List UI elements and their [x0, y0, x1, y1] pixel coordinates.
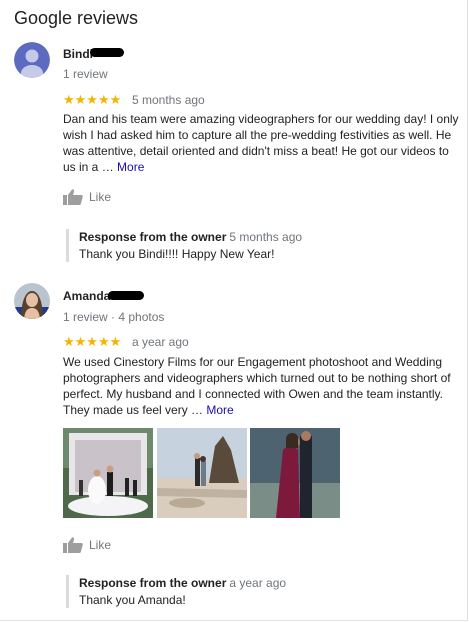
- like-label: Like: [89, 190, 112, 204]
- reviewer-name[interactable]: Bindi: [63, 47, 93, 61]
- review-text: Dan and his team were amazing videograph…: [63, 111, 463, 175]
- owner-response: Response from the owner a year ago Thank …: [66, 575, 469, 608]
- review-photo-1[interactable]: [63, 428, 153, 518]
- panel-title: Google reviews: [14, 8, 139, 28]
- profile-photo: [14, 283, 50, 319]
- more-link[interactable]: More: [117, 160, 144, 174]
- response-heading: Response from the owner: [79, 230, 227, 244]
- like-button[interactable]: Like: [63, 189, 111, 205]
- review-time: 5 months ago: [132, 93, 205, 107]
- redaction-mark: [108, 291, 144, 300]
- star-rating: ★★★★★: [63, 92, 122, 107]
- review-body: We used Cinestory Films for our Engageme…: [63, 355, 451, 417]
- response-text: Thank you Amanda!: [79, 593, 186, 607]
- owner-response: Response from the owner 5 months ago Than…: [66, 229, 469, 262]
- review-time: a year ago: [132, 335, 189, 349]
- default-avatar-icon: [14, 42, 50, 78]
- reviewer-meta[interactable]: 1 review · 4 photos: [63, 310, 164, 324]
- reviewer-name[interactable]: Amanda: [63, 289, 110, 303]
- review-photo-2[interactable]: [157, 428, 247, 518]
- review-photo-3[interactable]: [250, 428, 340, 518]
- thumbs-up-icon: [63, 537, 83, 553]
- review-text: We used Cinestory Films for our Engageme…: [63, 354, 463, 418]
- reviewer-meta[interactable]: 1 review: [63, 67, 108, 81]
- star-rating: ★★★★★: [63, 334, 122, 349]
- thumbs-up-icon: [63, 189, 83, 205]
- response-heading: Response from the owner: [79, 576, 227, 590]
- more-link[interactable]: More: [206, 403, 233, 417]
- avatar-amanda[interactable]: [14, 283, 50, 319]
- response-time: 5 months ago: [229, 230, 303, 244]
- response-text: Thank you Bindi!!!! Happy New Year!: [79, 247, 275, 261]
- redaction-mark: [90, 48, 124, 57]
- response-time: a year ago: [229, 576, 287, 590]
- like-label: Like: [89, 538, 112, 552]
- avatar-bindi[interactable]: [14, 42, 50, 78]
- like-button[interactable]: Like: [63, 537, 111, 553]
